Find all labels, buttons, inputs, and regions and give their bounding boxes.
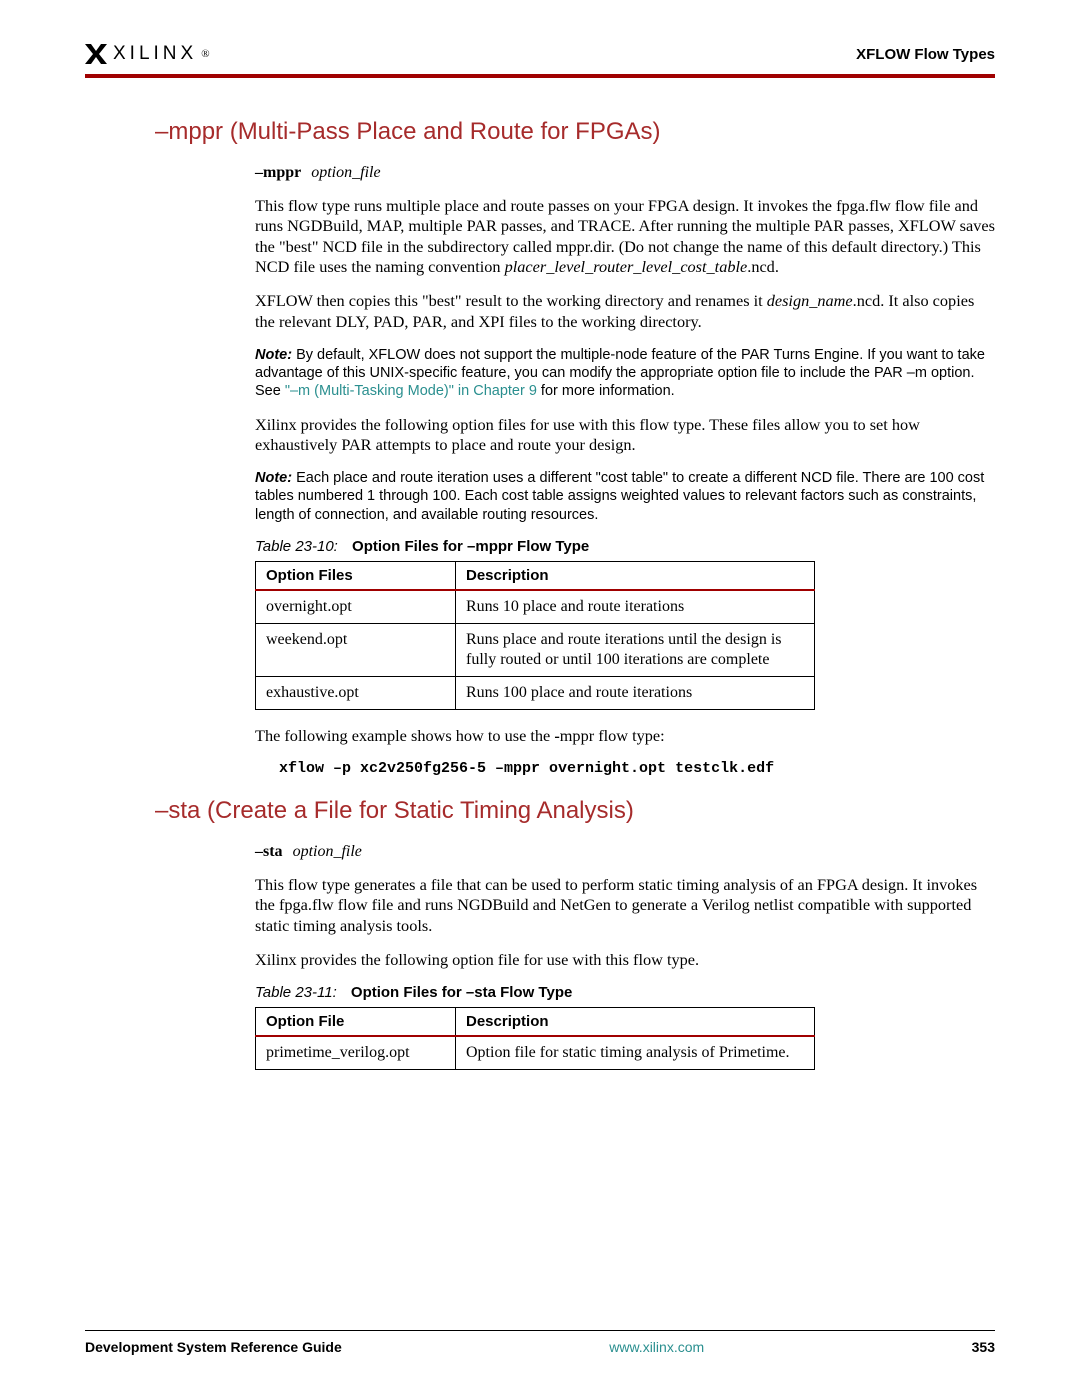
note-text: for more information. [537, 383, 675, 399]
note-text: Each place and route iteration uses a di… [255, 470, 984, 522]
table-row: overnight.opt Runs 10 place and route it… [256, 590, 815, 624]
syntax-arg: option_file [293, 843, 362, 860]
heading-sta: –sta (Create a File for Static Timing An… [155, 797, 995, 825]
note-label: Note: [255, 347, 292, 363]
heading-mppr: –mppr (Multi-Pass Place and Route for FP… [155, 118, 995, 146]
cell-desc: Runs 10 place and route iterations [456, 590, 815, 624]
table-caption-sta: Table 23-11: Option Files for –sta Flow … [255, 984, 995, 1001]
table-number: Table 23-10: [255, 538, 338, 555]
syntax-mppr: –mppr option_file [255, 164, 995, 182]
footer-page-number: 353 [972, 1339, 995, 1355]
sta-para1: This flow type generates a file that can… [255, 875, 995, 936]
registered-icon: ® [201, 48, 209, 60]
cell-file: primetime_verilog.opt [256, 1036, 456, 1070]
header-rule [85, 74, 995, 78]
cell-desc: Runs place and route iterations until th… [456, 623, 815, 676]
table-mppr-options: Option Files Description overnight.opt R… [255, 561, 815, 710]
syntax-flag: –mppr [255, 164, 301, 181]
th-description: Description [456, 561, 815, 590]
content-sta: –sta option_file This flow type generate… [155, 843, 995, 1070]
th-description: Description [456, 1008, 815, 1037]
mppr-para2: XFLOW then copies this "best" result to … [255, 291, 995, 332]
text: The following example shows how to use t… [255, 726, 554, 745]
table-title: Option Files for –sta Flow Type [351, 984, 572, 1001]
text: XFLOW then copies this "best" result to … [255, 291, 767, 310]
mppr-para3: Xilinx provides the following option fil… [255, 415, 995, 456]
text-italic: placer_level_router_level_cost_table [505, 257, 748, 276]
footer-doc-title: Development System Reference Guide [85, 1339, 342, 1355]
syntax-sta: –sta option_file [255, 843, 995, 861]
mppr-note2: Note: Each place and route iteration use… [255, 469, 995, 523]
page: XILINX ® XFLOW Flow Types –mppr (Multi-P… [0, 0, 1080, 1397]
mppr-note1: Note: By default, XFLOW does not support… [255, 346, 995, 400]
text-italic: design_name [767, 291, 853, 310]
footer-link[interactable]: www.xilinx.com [609, 1339, 704, 1355]
footer-row: Development System Reference Guide www.x… [85, 1339, 995, 1355]
content-mppr: –mppr option_file This flow type runs mu… [155, 164, 995, 777]
th-option-files: Option Files [256, 561, 456, 590]
note-label: Note: [255, 470, 292, 486]
text: .ncd. [747, 257, 779, 276]
cell-file: exhaustive.opt [256, 676, 456, 709]
table-row: weekend.opt Runs place and route iterati… [256, 623, 815, 676]
sta-para2: Xilinx provides the following option fil… [255, 950, 995, 970]
th-option-file: Option File [256, 1008, 456, 1037]
table-row: primetime_verilog.opt Option file for st… [256, 1036, 815, 1070]
table-header-row: Option Files Description [256, 561, 815, 590]
header-section-title: XFLOW Flow Types [856, 46, 995, 63]
table-sta-options: Option File Description primetime_verilo… [255, 1007, 815, 1070]
mppr-para1: This flow type runs multiple place and r… [255, 196, 995, 277]
page-footer: Development System Reference Guide www.x… [85, 1330, 995, 1355]
table-number: Table 23-11: [255, 984, 337, 1001]
cell-desc: Option file for static timing analysis o… [456, 1036, 815, 1070]
mppr-para4: The following example shows how to use t… [255, 726, 995, 746]
table-title: Option Files for –mppr Flow Type [352, 538, 589, 555]
xilinx-logo: XILINX ® [85, 43, 210, 65]
syntax-arg: option_file [311, 164, 380, 181]
section-mppr: –mppr (Multi-Pass Place and Route for FP… [85, 118, 995, 777]
table-caption-mppr: Table 23-10: Option Files for –mppr Flow… [255, 538, 995, 555]
cell-file: overnight.opt [256, 590, 456, 624]
page-header: XILINX ® XFLOW Flow Types [85, 40, 995, 68]
cell-desc: Runs 100 place and route iterations [456, 676, 815, 709]
note-link[interactable]: "–m (Multi-Tasking Mode)" in Chapter 9 [285, 383, 537, 399]
cell-file: weekend.opt [256, 623, 456, 676]
logo-text: XILINX [113, 43, 197, 65]
table-header-row: Option File Description [256, 1008, 815, 1037]
table-row: exhaustive.opt Runs 100 place and route … [256, 676, 815, 709]
code-example-mppr: xflow –p xc2v250fg256-5 –mppr overnight.… [279, 760, 995, 777]
footer-rule [85, 1330, 995, 1331]
text: mppr flow type: [560, 726, 665, 745]
logo-mark-icon [85, 44, 107, 64]
section-sta: –sta (Create a File for Static Timing An… [85, 797, 995, 1070]
syntax-flag: –sta [255, 843, 283, 860]
